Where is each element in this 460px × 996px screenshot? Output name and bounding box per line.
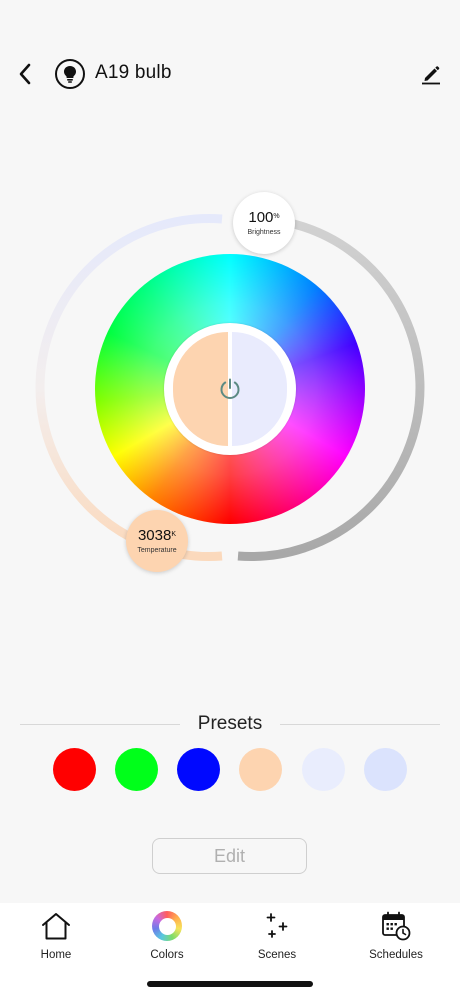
chevron-left-icon: [19, 63, 31, 85]
temperature-handle[interactable]: 3038K Temperature: [126, 510, 188, 572]
nav-home[interactable]: Home: [6, 909, 106, 969]
bottom-nav: Home Colors Scenes Schedules: [0, 903, 460, 996]
preset-blue[interactable]: [177, 748, 220, 791]
nav-scenes[interactable]: Scenes: [227, 909, 327, 969]
nav-schedules[interactable]: Schedules: [346, 909, 446, 969]
home-icon: [39, 909, 73, 943]
calendar-clock-icon: [379, 909, 413, 943]
pencil-icon: [422, 66, 440, 85]
edit-presets-button[interactable]: Edit: [152, 838, 307, 874]
nav-schedules-label: Schedules: [369, 949, 423, 961]
device-title: A19 bulb: [95, 62, 172, 83]
presets-header: Presets: [20, 712, 440, 738]
preset-list: [0, 748, 460, 792]
back-button[interactable]: [12, 60, 38, 88]
preset-green[interactable]: [115, 748, 158, 791]
color-wheel-icon: [150, 909, 184, 943]
preset-cool-light[interactable]: [302, 748, 345, 791]
power-icon: [220, 378, 240, 400]
power-button[interactable]: [207, 366, 253, 412]
temperature-value: 3038K: [137, 527, 177, 544]
preset-red[interactable]: [53, 748, 96, 791]
light-control-area: 100% Brightness 3038K Temperature: [0, 170, 460, 590]
brightness-handle[interactable]: 100% Brightness: [233, 192, 295, 254]
sparkles-icon: [260, 909, 294, 943]
home-indicator: [147, 981, 313, 987]
nav-scenes-label: Scenes: [257, 949, 297, 961]
temperature-label: Temperature: [137, 547, 177, 554]
divider-right: [280, 724, 440, 725]
nav-colors-label: Colors: [150, 949, 184, 961]
top-bar: A19 bulb: [0, 50, 460, 100]
bulb-control-screen: A19 bulb 100% Brightness 3038K Temperatu…: [0, 0, 460, 996]
preset-warm[interactable]: [239, 748, 282, 791]
brightness-label: Brightness: [247, 229, 281, 236]
lightbulb-icon: [55, 59, 85, 89]
nav-home-label: Home: [40, 949, 72, 961]
rename-button[interactable]: [418, 60, 444, 88]
brightness-value: 100%: [248, 209, 280, 226]
preset-cool[interactable]: [364, 748, 407, 791]
nav-colors[interactable]: Colors: [117, 909, 217, 969]
